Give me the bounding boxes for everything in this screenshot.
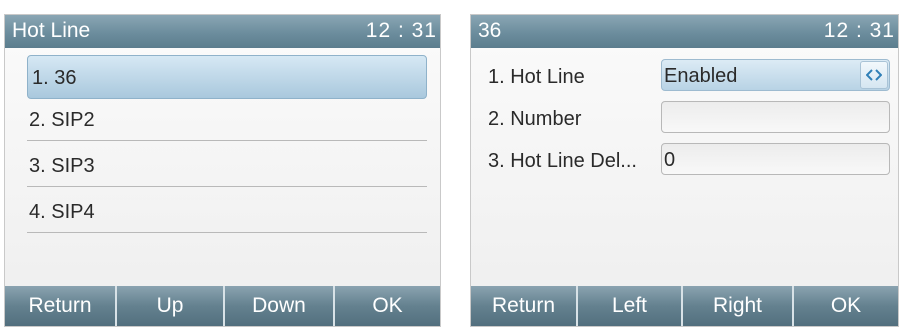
list-item-label: 4. SIP4	[29, 201, 95, 223]
list-item-account-1[interactable]: 1. 36	[27, 55, 427, 99]
return-button[interactable]: Return	[5, 286, 117, 326]
ok-button[interactable]: OK	[335, 286, 440, 326]
right-button[interactable]: Right	[683, 286, 794, 326]
left-button[interactable]: Left	[578, 286, 683, 326]
form-row-hot-line-delay: 3. Hot Line Del... 0	[471, 141, 898, 179]
hot-line-value: Enabled	[664, 65, 738, 87]
title-bar: 36 12 : 31	[471, 15, 898, 48]
hot-line-delay-value: 0	[664, 149, 676, 171]
divider	[27, 186, 427, 187]
list-item-label: 2. SIP2	[29, 109, 95, 131]
hot-line-select[interactable]: Enabled	[661, 59, 890, 91]
ok-button[interactable]: OK	[794, 286, 898, 326]
hotline-config-screen: 36 12 : 31 1. Hot Line Enabled 2. Number…	[470, 14, 899, 327]
divider	[27, 232, 427, 233]
hot-line-label: 1. Hot Line	[488, 66, 585, 88]
hot-line-delay-label: 3. Hot Line Del...	[488, 150, 637, 172]
down-button[interactable]: Down	[225, 286, 335, 326]
softkey-bar: Return Up Down OK	[5, 286, 440, 326]
form-row-number: 2. Number	[471, 99, 898, 137]
hot-line-delay-input[interactable]: 0	[661, 143, 890, 175]
screen-title: 36	[478, 19, 502, 42]
list-item-account-4[interactable]: 4. SIP4	[27, 189, 427, 233]
number-input[interactable]	[661, 101, 890, 133]
list-item-account-2[interactable]: 2. SIP2	[27, 97, 427, 141]
left-right-arrows-icon[interactable]	[860, 61, 888, 89]
list-item-label: 1. 36	[32, 67, 77, 89]
list-item-account-3[interactable]: 3. SIP3	[27, 143, 427, 187]
clock: 12 : 31	[823, 19, 895, 42]
screen-title: Hot Line	[12, 19, 91, 42]
up-button[interactable]: Up	[117, 286, 225, 326]
title-bar: Hot Line 12 : 31	[5, 15, 440, 48]
return-button[interactable]: Return	[471, 286, 578, 326]
number-label: 2. Number	[488, 108, 582, 130]
hotline-list-screen: Hot Line 12 : 31 1. 36 2. SIP2 3. SIP3 4…	[4, 14, 441, 327]
clock: 12 : 31	[365, 19, 437, 42]
divider	[27, 140, 427, 141]
list-item-label: 3. SIP3	[29, 155, 95, 177]
softkey-bar: Return Left Right OK	[471, 286, 898, 326]
form-row-hot-line: 1. Hot Line Enabled	[471, 57, 898, 95]
